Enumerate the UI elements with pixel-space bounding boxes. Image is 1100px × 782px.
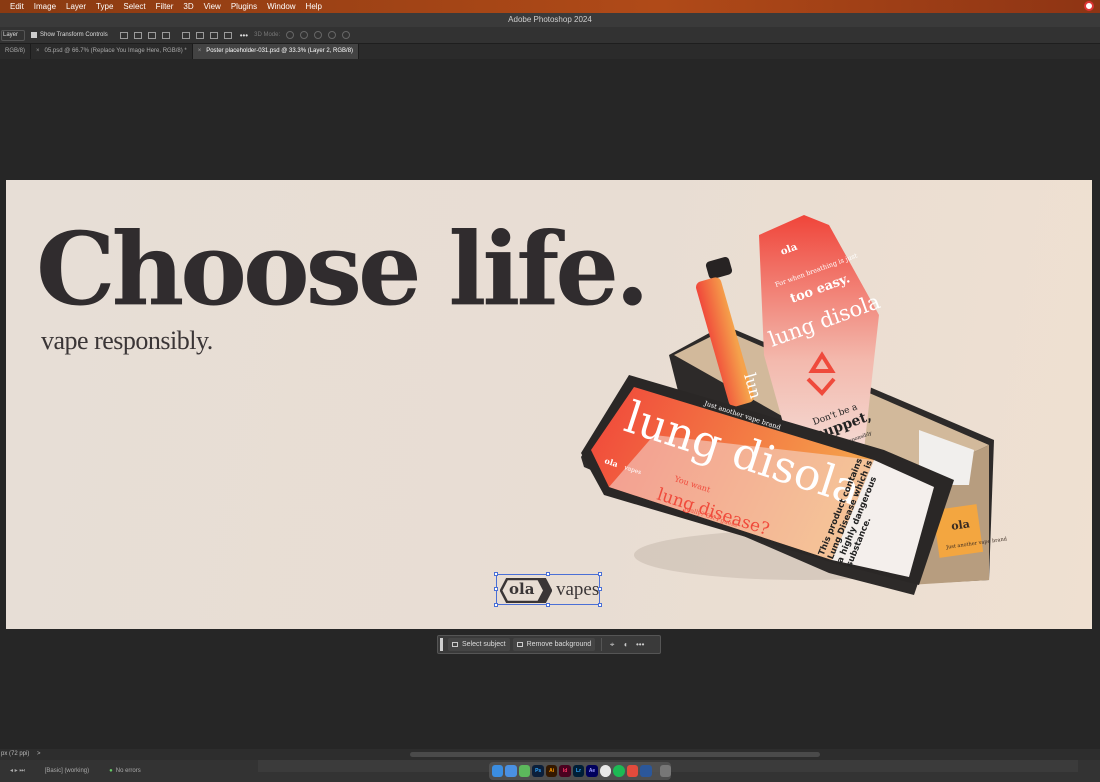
poster-tagline: vape responsibly. [41, 326, 213, 355]
show-transform-checkbox[interactable] [31, 32, 37, 38]
word-icon[interactable] [640, 765, 652, 777]
contextual-task-bar: Select subject Remove background ⌖ ◐ ••• [437, 635, 661, 654]
document-info: px (72 ppi) [1, 751, 30, 757]
workspace-status: [Basic] (working) [44, 768, 90, 774]
spotify-icon[interactable] [613, 765, 625, 777]
chrome-icon[interactable] [599, 765, 612, 777]
illustrator-icon[interactable]: Ai [545, 765, 558, 777]
dock: Ps Ai Id Lr Ae [489, 762, 672, 780]
transform-handle-t[interactable] [546, 572, 550, 576]
align-bottom-icon[interactable] [209, 31, 218, 39]
transform-handle-bl[interactable] [494, 603, 498, 607]
mail-icon[interactable] [505, 765, 517, 777]
more-options-icon[interactable]: ••• [240, 31, 248, 40]
menu-3d[interactable]: 3D [183, 2, 193, 11]
distribute-icon[interactable] [223, 31, 232, 39]
menu-view[interactable]: View [204, 2, 221, 11]
menu-plugins[interactable]: Plugins [231, 2, 257, 11]
vape-device-cap [705, 256, 733, 280]
drag-handle[interactable] [440, 638, 443, 651]
menu-bar: Edit Image Layer Type Select Filter 3D V… [0, 0, 1100, 13]
more-options-button[interactable]: ••• [633, 638, 647, 651]
logo-mark-text: ola [509, 580, 535, 598]
figma-icon[interactable] [626, 765, 639, 777]
tab-previous-doc[interactable]: RGB/8) [0, 44, 32, 59]
maps-icon[interactable] [518, 765, 531, 777]
show-transform-label: Show Transform Controls [40, 32, 108, 38]
transform-handle-b[interactable] [546, 603, 550, 607]
transform-handle-l[interactable] [494, 587, 498, 591]
logo-selection-box[interactable]: ola vapes [494, 572, 602, 607]
3d-slide-icon[interactable] [328, 31, 337, 39]
align-middle-icon[interactable] [195, 31, 204, 39]
close-icon[interactable]: × [198, 48, 202, 54]
menu-edit[interactable]: Edit [10, 2, 24, 11]
3d-mode-label: 3D Mode: [254, 32, 281, 38]
indesign-icon[interactable]: Id [559, 765, 571, 777]
align-center-icon[interactable] [133, 31, 142, 39]
creative-cloud-icon[interactable] [1084, 1, 1094, 11]
person-icon [452, 642, 458, 647]
align-right-icon[interactable] [147, 31, 156, 39]
close-icon[interactable]: × [36, 48, 40, 54]
transform-handle-r[interactable] [598, 587, 602, 591]
align-distribute-icon[interactable] [161, 31, 170, 39]
menu-filter[interactable]: Filter [156, 2, 174, 11]
3d-scale-icon[interactable] [342, 31, 351, 39]
box-side-logo: ola [950, 517, 970, 532]
3d-roll-icon[interactable] [300, 31, 309, 39]
menu-layer[interactable]: Layer [66, 2, 86, 11]
window-title: Adobe Photoshop 2024 [0, 13, 1100, 27]
lightroom-icon[interactable]: Lr [572, 765, 585, 777]
menu-window[interactable]: Window [267, 2, 295, 11]
3d-orbit-icon[interactable] [286, 31, 295, 39]
align-top-icon[interactable] [181, 31, 190, 39]
trash-icon[interactable] [659, 765, 672, 777]
menu-help[interactable]: Help [306, 2, 322, 11]
transform-handle-tl[interactable] [494, 572, 498, 576]
tab-poster-placeholder[interactable]: × Poster placeholder-031.psd @ 33.3% (Lay… [192, 44, 360, 59]
divider [601, 638, 603, 651]
horizontal-scrollbar[interactable] [410, 752, 820, 757]
transform-handle-tr[interactable] [598, 572, 602, 576]
remove-background-button[interactable]: Remove background [512, 638, 596, 651]
tab-05-psd[interactable]: × 05.psd @ 66.7% (Replace You Image Here,… [31, 44, 193, 59]
auto-select-dropdown[interactable]: Layer [1, 29, 25, 41]
align-left-icon[interactable] [119, 31, 128, 39]
transform-icon[interactable]: ⌖ [605, 638, 619, 651]
after-effects-icon[interactable]: Ae [586, 765, 598, 777]
check-icon: ● [109, 768, 113, 774]
finder-icon[interactable] [492, 765, 504, 777]
select-subject-button[interactable]: Select subject [448, 638, 510, 651]
menu-type[interactable]: Type [96, 2, 113, 11]
timeline-controls[interactable]: ◂ ▸ ⏭ [10, 767, 25, 775]
status-arrow-icon[interactable]: > [37, 751, 41, 757]
menu-image[interactable]: Image [34, 2, 56, 11]
photoshop-icon[interactable]: Ps [532, 765, 544, 777]
transform-handle-br[interactable] [598, 603, 602, 607]
options-bar: Layer Show Transform Controls ••• 3D Mod… [0, 27, 1100, 44]
document-tabs: RGB/8) × 05.psd @ 66.7% (Replace You Imag… [0, 44, 1100, 59]
logo-vapes-text: vapes [556, 579, 600, 600]
product-box-illustration: ola Just another vape brand lun ola For … [581, 215, 1008, 595]
adjustment-icon[interactable]: ◐ [619, 638, 633, 651]
3d-pan-icon[interactable] [314, 31, 323, 39]
poster-canvas[interactable]: Choose life. vape responsibly. ola Just … [6, 180, 1092, 629]
error-status: No errors [115, 768, 141, 774]
image-icon [516, 642, 523, 647]
menu-select[interactable]: Select [123, 2, 145, 11]
poster-headline: Choose life. [36, 210, 650, 328]
